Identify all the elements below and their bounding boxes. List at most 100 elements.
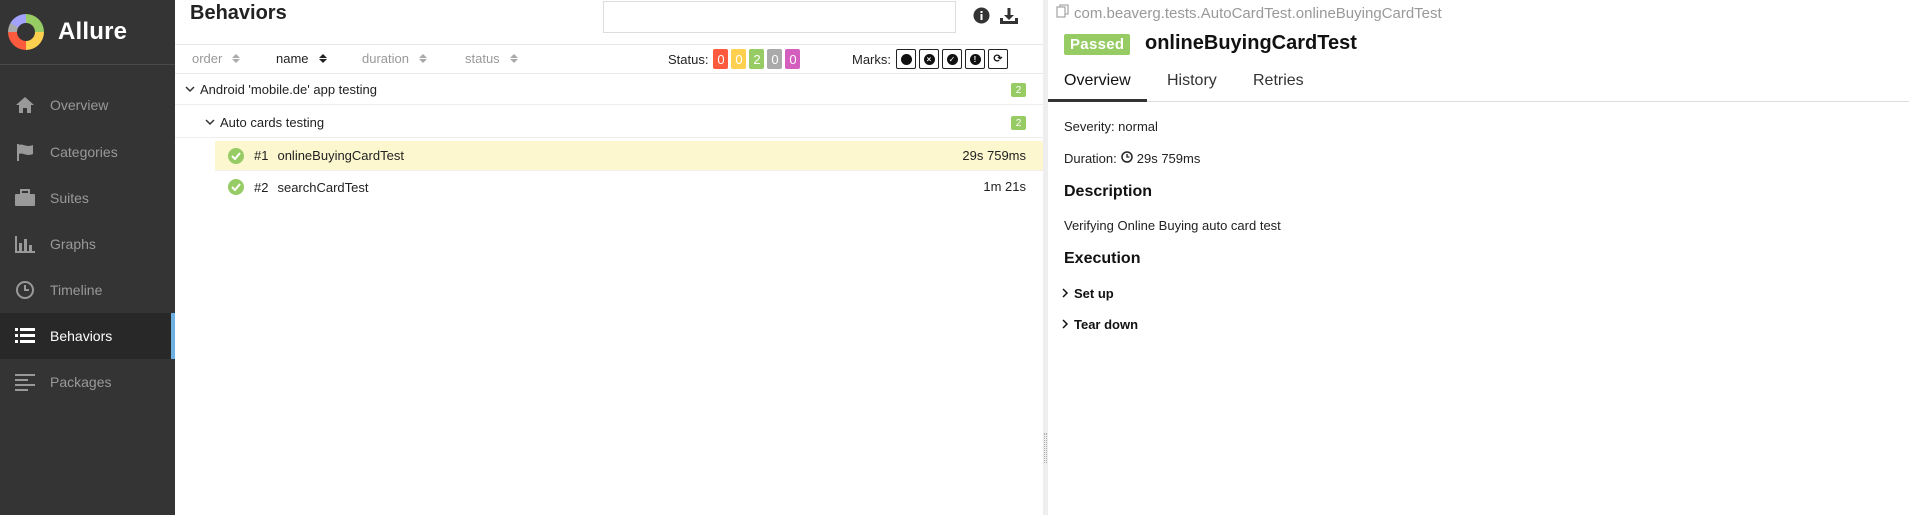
clock-icon xyxy=(14,279,36,301)
tree-group-label: Auto cards testing xyxy=(220,115,325,130)
bar-chart-icon xyxy=(14,233,36,255)
sidebar-item-label: Behaviors xyxy=(50,328,113,344)
test-duration: 1m 21s xyxy=(983,179,1026,194)
splitter-grip-icon xyxy=(1044,433,1047,463)
mark-flaky-toggle[interactable] xyxy=(896,49,916,69)
bomb-icon xyxy=(900,53,912,65)
sidebar: Allure Overview Categories Suites Graphs… xyxy=(0,0,175,515)
test-title: onlineBuyingCardTest xyxy=(1145,32,1357,54)
mark-new-passed-toggle[interactable]: ✓ xyxy=(942,49,962,69)
status-failed-toggle[interactable]: 0 xyxy=(713,49,729,69)
sort-arrows-icon xyxy=(509,54,518,63)
tree-group-feature[interactable]: Auto cards testing 2 xyxy=(175,108,1043,138)
align-left-icon xyxy=(14,371,36,393)
sidebar-item-label: Categories xyxy=(50,144,118,160)
tree-group-count: 2 xyxy=(1011,116,1026,130)
sidebar-item-packages[interactable]: Packages xyxy=(0,359,175,405)
status-passed-toggle[interactable]: 2 xyxy=(749,49,765,69)
chevron-right-icon xyxy=(1062,317,1069,332)
tab-retries[interactable]: Retries xyxy=(1237,69,1320,102)
sort-label: status xyxy=(465,51,500,66)
test-name: searchCardTest xyxy=(277,179,369,195)
mark-retries-toggle[interactable]: ⟳ xyxy=(988,49,1008,69)
sort-order[interactable]: order xyxy=(192,51,241,66)
sort-status[interactable]: status xyxy=(465,51,518,66)
test-number: #2 xyxy=(254,179,269,195)
test-row[interactable]: #1 onlineBuyingCardTest 29s 759ms xyxy=(215,141,1043,171)
home-icon xyxy=(14,94,36,116)
sort-label: order xyxy=(192,51,223,66)
times-circle-icon: × xyxy=(923,53,935,65)
search-input[interactable] xyxy=(603,1,956,33)
description-text: Verifying Online Buying auto card test xyxy=(1064,218,1281,233)
marks-filter-label: Marks: xyxy=(852,51,891,67)
copy-icon[interactable] xyxy=(1056,4,1070,22)
test-name: onlineBuyingCardTest xyxy=(277,148,404,163)
status-filter-label: Status: xyxy=(668,51,709,67)
clock-icon xyxy=(1121,151,1133,166)
briefcase-icon xyxy=(14,187,36,209)
chevron-right-icon xyxy=(1062,286,1069,301)
sidebar-item-categories[interactable]: Categories xyxy=(0,129,175,175)
brand[interactable]: Allure xyxy=(0,0,175,65)
tree-group-label: Android 'mobile.de' app testing xyxy=(200,82,377,97)
sidebar-item-behaviors[interactable]: Behaviors xyxy=(0,313,175,359)
sort-duration[interactable]: duration xyxy=(362,51,427,66)
check-circle-icon: ✓ xyxy=(946,53,958,65)
test-details-pane: com.beaverg.tests.AutoCardTest.onlineBuy… xyxy=(1048,0,1909,515)
status-unknown-toggle[interactable]: 0 xyxy=(785,49,801,69)
status-filter: Status: 0 0 2 0 0 xyxy=(668,49,801,69)
sidebar-item-label: Timeline xyxy=(50,282,103,298)
tab-history[interactable]: History xyxy=(1151,69,1233,102)
info-button[interactable] xyxy=(970,6,992,28)
status-badge: Passed xyxy=(1064,34,1131,55)
list-icon xyxy=(14,325,36,347)
tree-group-count: 2 xyxy=(1011,83,1026,97)
execution-step-label: Set up xyxy=(1074,286,1114,301)
duration-value: 29s 759ms xyxy=(1136,151,1201,166)
description-title: Description xyxy=(1064,183,1153,200)
duration-label: Duration: xyxy=(1064,151,1117,166)
execution-step-label: Tear down xyxy=(1074,317,1139,332)
tree-group-epic[interactable]: Android 'mobile.de' app testing 2 xyxy=(175,75,1043,105)
behaviors-pane: Behaviors order name duration status Sta… xyxy=(175,0,1043,515)
download-button[interactable] xyxy=(998,6,1020,28)
sidebar-item-label: Graphs xyxy=(50,236,96,252)
sidebar-item-overview[interactable]: Overview xyxy=(0,82,175,128)
test-full-name: com.beaverg.tests.AutoCardTest.onlineBuy… xyxy=(1056,4,1442,22)
allure-logo-icon xyxy=(8,14,44,50)
test-full-name-text: com.beaverg.tests.AutoCardTest.onlineBuy… xyxy=(1074,4,1442,22)
severity-line: Severity: normal xyxy=(1064,119,1158,134)
page-title: Behaviors xyxy=(190,2,287,24)
mark-new-broken-toggle[interactable]: ! xyxy=(965,49,985,69)
sort-name[interactable]: name xyxy=(276,51,327,66)
execution-title: Execution xyxy=(1064,250,1141,267)
sidebar-item-graphs[interactable]: Graphs xyxy=(0,221,175,267)
sort-label: name xyxy=(276,51,309,66)
test-duration: 29s 759ms xyxy=(962,148,1026,163)
mark-new-failed-toggle[interactable]: × xyxy=(919,49,939,69)
severity-text: Severity: normal xyxy=(1064,119,1158,134)
tab-overview[interactable]: Overview xyxy=(1048,69,1147,102)
refresh-icon: ⟳ xyxy=(992,52,1004,65)
test-row[interactable]: #2 searchCardTest 1m 21s xyxy=(215,172,1043,202)
sidebar-item-suites[interactable]: Suites xyxy=(0,175,175,221)
sort-bar: order name duration status Status: 0 0 2… xyxy=(175,46,1043,74)
sort-label: duration xyxy=(362,51,409,66)
sidebar-item-timeline[interactable]: Timeline xyxy=(0,267,175,313)
status-broken-toggle[interactable]: 0 xyxy=(731,49,747,69)
status-skipped-toggle[interactable]: 0 xyxy=(767,49,783,69)
sort-arrows-icon xyxy=(418,54,427,63)
info-circle-icon xyxy=(973,7,990,27)
flag-icon xyxy=(14,141,36,163)
marks-filter: Marks: × ✓ ! ⟳ xyxy=(852,49,1008,69)
execution-step-setup[interactable]: Set up xyxy=(1062,286,1114,301)
check-circle-icon xyxy=(228,147,244,164)
brand-name: Allure xyxy=(58,18,128,45)
execution-step-teardown[interactable]: Tear down xyxy=(1062,317,1138,332)
sidebar-item-label: Overview xyxy=(50,97,109,113)
info-circle-icon: ! xyxy=(969,53,981,65)
duration-line: Duration: 29s 759ms xyxy=(1064,151,1200,166)
sort-arrows-icon xyxy=(318,54,327,63)
sidebar-item-label: Suites xyxy=(50,190,89,206)
